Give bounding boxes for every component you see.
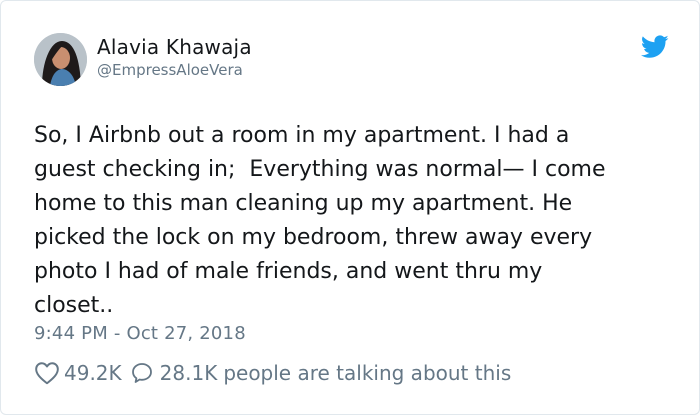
divider [34,353,669,354]
talking-label: people are talking about this [223,361,512,385]
reply-action[interactable]: 28.1K [122,361,218,385]
like-action[interactable]: 49.2K [34,361,122,385]
tweet-card: Alavia Khawaja @EmpressAloeVera So, I Ai… [0,0,700,415]
tweet-text: So, I Airbnb out a room in my apartment.… [34,123,606,318]
like-count: 49.2K [64,361,122,385]
avatar-photo [34,33,87,86]
reply-count: 28.1K [159,361,218,385]
author-handle[interactable]: @EmpressAloeVera [97,61,243,79]
tweet-timestamp[interactable]: 9:44 PM - Oct 27, 2018 [34,323,246,344]
avatar[interactable] [34,33,87,86]
twitter-bird-icon[interactable] [640,35,669,59]
speech-bubble-icon[interactable] [130,361,154,385]
heart-icon[interactable] [34,361,60,385]
tweet-actions: 49.2K 28.1K people are talking about thi… [34,359,511,387]
author-name[interactable]: Alavia Khawaja [97,35,252,59]
